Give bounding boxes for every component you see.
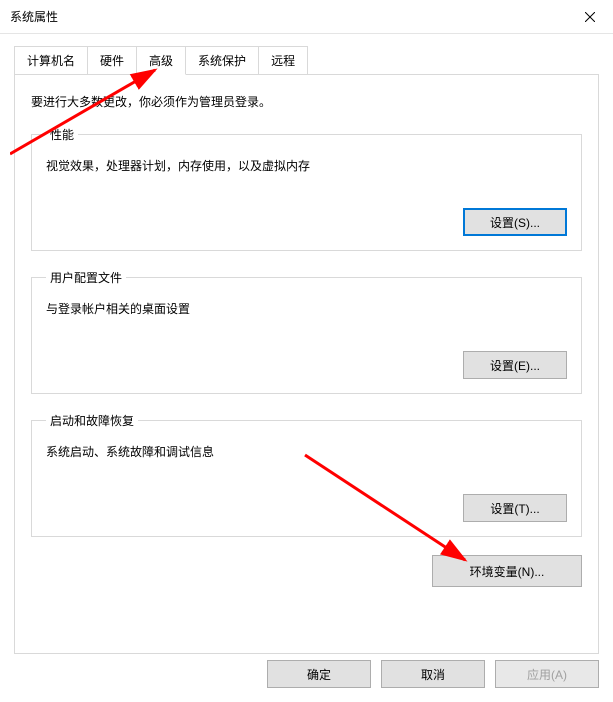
close-icon [585, 12, 595, 22]
startup-recovery-settings-button[interactable]: 设置(T)... [463, 494, 567, 522]
user-profiles-desc: 与登录帐户相关的桌面设置 [46, 300, 567, 317]
environment-variables-button[interactable]: 环境变量(N)... [432, 555, 582, 587]
groupbox-performance: 性能 视觉效果，处理器计划，内存使用，以及虚拟内存 设置(S)... [31, 126, 582, 251]
close-button[interactable] [567, 0, 613, 34]
user-profiles-settings-button[interactable]: 设置(E)... [463, 351, 567, 379]
groupbox-user-profiles: 用户配置文件 与登录帐户相关的桌面设置 设置(E)... [31, 269, 582, 394]
groupbox-performance-legend: 性能 [46, 126, 78, 143]
dialog-footer: 确定 取消 应用(A) [267, 660, 599, 688]
tab-advanced[interactable]: 高级 [136, 46, 186, 75]
titlebar: 系统属性 [0, 0, 613, 34]
groupbox-user-profiles-legend: 用户配置文件 [46, 269, 126, 286]
tab-remote[interactable]: 远程 [258, 46, 308, 74]
tab-system-protection[interactable]: 系统保护 [185, 46, 259, 74]
env-row: 环境变量(N)... [31, 555, 582, 587]
startup-recovery-desc: 系统启动、系统故障和调试信息 [46, 443, 567, 460]
tab-label: 高级 [149, 54, 173, 68]
ok-button[interactable]: 确定 [267, 660, 371, 688]
apply-button: 应用(A) [495, 660, 599, 688]
tab-computer-name[interactable]: 计算机名 [14, 46, 88, 74]
window-title: 系统属性 [10, 8, 58, 25]
tab-hardware[interactable]: 硬件 [87, 46, 137, 74]
tab-label: 远程 [271, 54, 295, 68]
tab-label: 计算机名 [27, 54, 75, 68]
cancel-button[interactable]: 取消 [381, 660, 485, 688]
tab-content-advanced: 要进行大多数更改，你必须作为管理员登录。 性能 视觉效果，处理器计划，内存使用，… [14, 74, 599, 654]
tab-label: 系统保护 [198, 54, 246, 68]
groupbox-startup-recovery: 启动和故障恢复 系统启动、系统故障和调试信息 设置(T)... [31, 412, 582, 537]
performance-settings-button[interactable]: 设置(S)... [463, 208, 567, 236]
admin-note: 要进行大多数更改，你必须作为管理员登录。 [31, 93, 582, 110]
tab-bar: 计算机名 硬件 高级 系统保护 远程 [14, 46, 599, 74]
performance-desc: 视觉效果，处理器计划，内存使用，以及虚拟内存 [46, 157, 567, 174]
tab-label: 硬件 [100, 54, 124, 68]
groupbox-startup-recovery-legend: 启动和故障恢复 [46, 412, 138, 429]
